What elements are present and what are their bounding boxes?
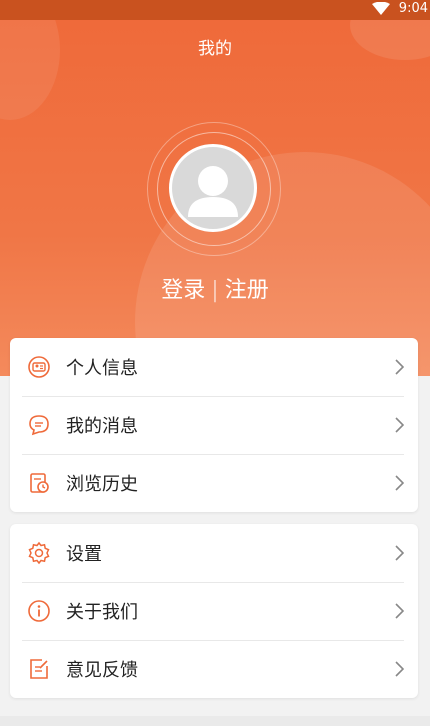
- login-register-separator: |: [211, 278, 219, 303]
- menu-item-label: 个人信息: [66, 358, 138, 379]
- login-register: 登录 | 注册: [0, 272, 430, 304]
- menu-item-personal-info[interactable]: 个人信息: [10, 338, 418, 396]
- wifi-icon: [372, 1, 390, 19]
- chevron-right-icon: [394, 545, 405, 565]
- menu-item-label: 浏览历史: [66, 474, 138, 495]
- status-bar: 9:04: [0, 0, 430, 20]
- menu-card-1: 个人信息 我的消息 浏览历史: [10, 338, 418, 512]
- gear-icon: [26, 540, 52, 566]
- menu-item-my-messages[interactable]: 我的消息: [10, 396, 418, 454]
- profile-header: 我的 登录 | 注册: [0, 20, 430, 376]
- menu-card-2: 设置 关于我们 意见反馈: [10, 524, 418, 698]
- history-icon: [26, 470, 52, 496]
- avatar[interactable]: [169, 144, 257, 232]
- bottom-divider: [0, 716, 430, 726]
- menu-item-browse-history[interactable]: 浏览历史: [10, 454, 418, 512]
- menu-item-label: 关于我们: [66, 602, 138, 623]
- chevron-right-icon: [394, 475, 405, 495]
- id-card-icon: [26, 354, 52, 380]
- menu-item-label: 设置: [66, 544, 102, 565]
- chat-bubble-icon: [26, 412, 52, 438]
- menu-item-label: 意见反馈: [66, 660, 138, 681]
- user-placeholder-icon: [188, 166, 238, 217]
- chevron-right-icon: [394, 417, 405, 437]
- menu-item-about-us[interactable]: 关于我们: [10, 582, 418, 640]
- page-title: 我的: [198, 39, 232, 59]
- chevron-right-icon: [394, 359, 405, 379]
- chevron-right-icon: [394, 661, 405, 681]
- menu-item-label: 我的消息: [66, 416, 138, 437]
- menu-item-feedback[interactable]: 意见反馈: [10, 640, 418, 698]
- feedback-icon: [26, 656, 52, 682]
- status-time: 9:04: [398, 1, 428, 16]
- menu-item-settings[interactable]: 设置: [10, 524, 418, 582]
- register-link[interactable]: 注册: [225, 278, 269, 303]
- login-link[interactable]: 登录: [161, 278, 205, 303]
- info-icon: [26, 598, 52, 624]
- chevron-right-icon: [394, 603, 405, 623]
